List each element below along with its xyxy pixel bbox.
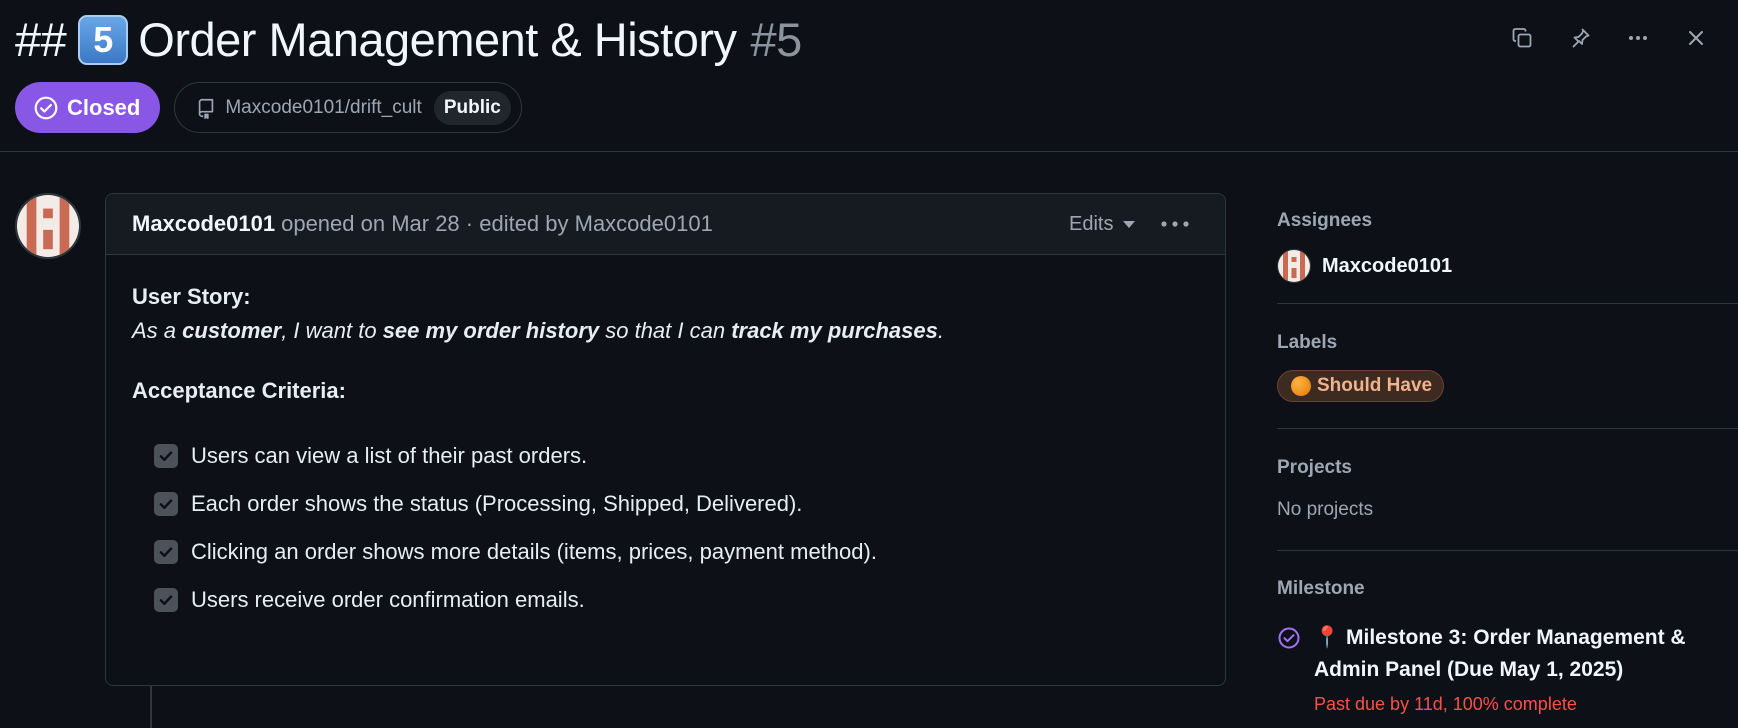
milestone-heading[interactable]: Milestone — [1277, 576, 1738, 602]
story-emphasis: track my purchases — [731, 318, 938, 343]
story-part: . — [937, 318, 944, 343]
edits-dropdown[interactable]: Edits — [1069, 207, 1136, 241]
check-icon — [159, 547, 173, 557]
labels-section: Labels Should Have — [1277, 304, 1738, 429]
milestone-title-line: Milestone 3: Order Management & — [1346, 626, 1686, 649]
milestone-title-line: Admin Panel (Due May 1, 2025) — [1314, 658, 1624, 681]
label-should-have[interactable]: Should Have — [1277, 370, 1445, 402]
kebab-horizontal-icon[interactable] — [1618, 18, 1658, 58]
task-checkbox[interactable] — [154, 588, 178, 612]
pin-icon[interactable] — [1560, 18, 1600, 58]
assignee-name: Maxcode0101 — [1322, 254, 1453, 277]
milestone-due-status: Past due by 11d, 100% complete — [1314, 694, 1577, 714]
user-story-text: As a customer, I want to see my order hi… — [132, 314, 1199, 348]
task-list-item: Each order shows the status (Processing,… — [154, 480, 1199, 528]
task-list-item: Clicking an order shows more details (it… — [154, 528, 1199, 576]
milestone-title: 📍 Milestone 3: Order Management & Admin … — [1314, 622, 1686, 686]
round-pushpin-emoji: 📍 — [1314, 626, 1341, 649]
projects-section: Projects No projects — [1277, 429, 1738, 551]
comment-options-button[interactable] — [1151, 207, 1199, 241]
story-part: so that I can — [599, 318, 732, 343]
assignees-heading[interactable]: Assignees — [1277, 208, 1738, 234]
timeline-connector — [150, 686, 152, 728]
user-story-heading: User Story: — [132, 284, 251, 309]
issue-title: ## 5 Order Management & History #5 — [15, 10, 802, 70]
task-list: Users can view a list of their past orde… — [132, 432, 1199, 624]
task-checkbox[interactable] — [154, 492, 178, 516]
milestone-section: Milestone 📍 Milestone 3: Order Managemen… — [1277, 551, 1738, 715]
title-prefix: ## — [15, 13, 67, 66]
repo-name: Maxcode0101/drift_cult — [225, 96, 422, 118]
check-icon — [159, 595, 173, 605]
task-checkbox[interactable] — [154, 540, 178, 564]
close-icon[interactable] — [1676, 18, 1716, 58]
task-checkbox[interactable] — [154, 444, 178, 468]
labels-heading[interactable]: Labels — [1277, 330, 1738, 356]
label-text: Should Have — [1317, 375, 1433, 396]
keycap-five-emoji: 5 — [78, 15, 129, 65]
task-list-item: Users receive order confirmation emails. — [154, 576, 1199, 624]
story-part: , I want to — [281, 318, 383, 343]
task-text: Users receive order confirmation emails. — [191, 587, 585, 612]
check-circle-icon — [34, 96, 58, 119]
task-list-item: Users can view a list of their past orde… — [154, 432, 1199, 480]
task-text: Users can view a list of their past orde… — [191, 443, 588, 468]
edits-label: Edits — [1069, 212, 1114, 235]
comment-author-link[interactable]: Maxcode0101 — [132, 211, 275, 237]
task-text: Each order shows the status (Processing,… — [191, 491, 803, 516]
closed-state-badge: Closed — [15, 82, 161, 133]
issue-meta-row: Closed Maxcode0101/drift_cult Public — [15, 82, 522, 133]
title-text: Order Management & History — [138, 13, 737, 66]
visibility-badge: Public — [433, 90, 511, 125]
story-emphasis: see my order history — [382, 318, 600, 343]
acceptance-criteria-heading: Acceptance Criteria: — [132, 378, 346, 403]
assignee-avatar — [1277, 249, 1311, 283]
copy-icon[interactable] — [1502, 18, 1542, 58]
issue-sidebar: Assignees Maxcode0101 Labels Should Have… — [1277, 193, 1738, 715]
task-text: Clicking an order shows more details (it… — [191, 539, 877, 564]
assignees-section: Assignees Maxcode0101 — [1277, 193, 1738, 304]
state-label: Closed — [67, 94, 141, 120]
projects-heading[interactable]: Projects — [1277, 455, 1738, 481]
story-part: As a — [132, 318, 183, 343]
kebab-horizontal-icon — [1161, 221, 1189, 227]
comment-body: User Story: As a customer, I want to see… — [106, 255, 1225, 649]
orange-circle-emoji — [1291, 376, 1311, 396]
issue-header: ## 5 Order Management & History #5 Close… — [0, 0, 1738, 152]
check-icon — [159, 499, 173, 509]
repo-icon — [199, 98, 214, 119]
no-projects-text: No projects — [1277, 499, 1374, 520]
triangle-down-icon — [1123, 220, 1136, 228]
repo-link[interactable]: Maxcode0101/drift_cult Public — [174, 82, 522, 133]
comment-meta: opened on Mar 28 · edited by Maxcode0101 — [281, 211, 713, 236]
comment-header: Maxcode0101 opened on Mar 28 · edited by… — [106, 194, 1225, 255]
story-emphasis: customer — [182, 318, 282, 343]
check-icon — [159, 451, 173, 461]
issue-number: #5 — [750, 13, 803, 66]
issue-body-comment: Maxcode0101 opened on Mar 28 · edited by… — [105, 193, 1226, 686]
milestone-item[interactable]: 📍 Milestone 3: Order Management & Admin … — [1277, 622, 1738, 686]
milestone-check-circle-icon — [1278, 627, 1300, 649]
assignee-item[interactable]: Maxcode0101 — [1277, 248, 1738, 284]
author-avatar[interactable] — [15, 193, 81, 259]
header-actions — [1498, 18, 1738, 58]
